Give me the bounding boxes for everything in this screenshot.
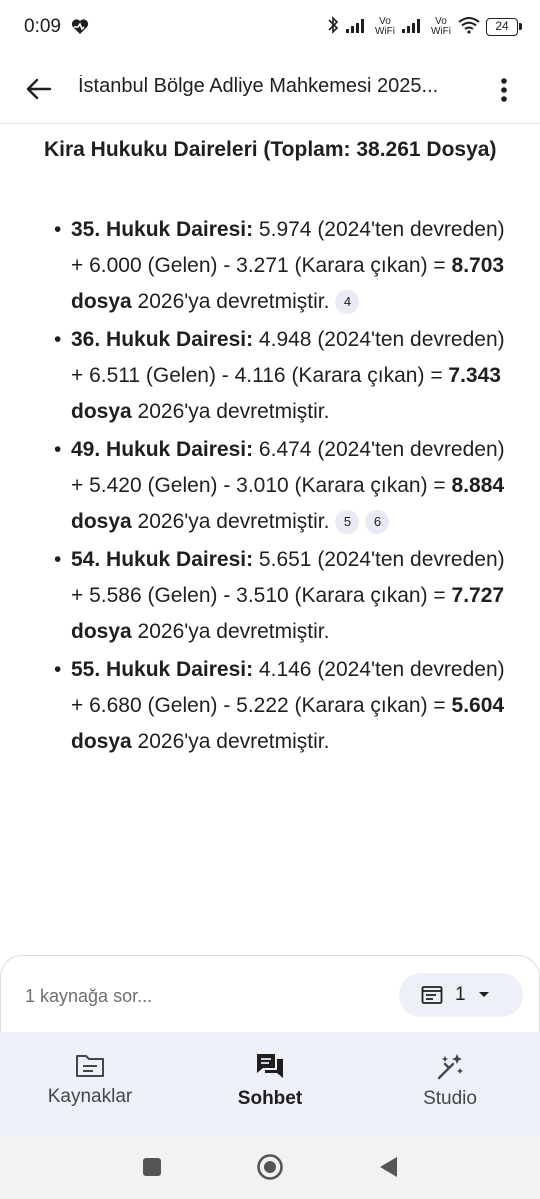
bullet-icon: • (54, 658, 62, 681)
recents-button[interactable] (138, 1153, 166, 1181)
chat-icon (257, 1054, 283, 1078)
back-nav-button[interactable] (374, 1153, 402, 1181)
signal-icon (402, 17, 424, 38)
list-item: • 49. Hukuk Dairesi: 6.474 (2024'ten devr… (44, 432, 514, 540)
more-vert-icon (501, 78, 507, 102)
header-divider (0, 123, 540, 124)
bullet-icon: • (54, 548, 62, 571)
sources-icon (76, 1055, 104, 1077)
list-item: • 54. Hukuk Dairesi: 5.651 (2024'ten devr… (44, 542, 514, 650)
list-item: • 36. Hukuk Dairesi: 4.948 (2024'ten devr… (44, 322, 514, 430)
department-name: 36. Hukuk Dairesi: (71, 328, 254, 351)
section-title: Kira Hukuku Daireleri (Toplam: 38.261 Do… (44, 138, 497, 161)
chevron-down-icon (478, 992, 489, 997)
carry-over-text: 2026'ya devretmiştir. (131, 620, 330, 643)
citation-chip[interactable]: 6 (365, 510, 390, 535)
arrow-back-icon (26, 78, 52, 100)
nav-label-studio: Studio (423, 1088, 477, 1109)
chat-input[interactable]: 1 kaynağa sor... (25, 986, 152, 1007)
department-name: 55. Hukuk Dairesi: (71, 658, 254, 681)
source-selector-chip[interactable]: 1 (399, 973, 523, 1017)
status-icons: Vo WiFi Vo WiFi 24 (326, 14, 522, 40)
carry-over-text: 2026'ya devretmiştir. (131, 510, 330, 533)
nav-item-studio[interactable]: Studio (360, 1032, 540, 1135)
heart-rate-icon (70, 17, 90, 37)
system-navigation-bar (0, 1135, 540, 1199)
home-button[interactable] (256, 1153, 284, 1181)
battery-icon: 24 (486, 18, 522, 36)
bullet-icon: • (54, 328, 62, 351)
list-item: • 55. Hukuk Dairesi: 4.146 (2024'ten devr… (44, 652, 514, 760)
source-count: 1 (455, 984, 466, 1005)
page-title: İstanbul Bölge Adliye Mahkemesi 2025... (78, 75, 439, 97)
department-name: 49. Hukuk Dairesi: (71, 438, 254, 461)
carry-over-text: 2026'ya devretmiştir. (131, 290, 330, 313)
department-name: 54. Hukuk Dairesi: (71, 548, 254, 571)
bottom-navigation: Kaynaklar Sohbet Studio (0, 1032, 540, 1135)
nav-label-chat: Sohbet (237, 1088, 303, 1109)
more-options-button[interactable] (484, 70, 524, 110)
triangle-back-icon (380, 1157, 397, 1177)
chat-content: Kira Hukuku Daireleri (Toplam: 38.261 Do… (0, 128, 540, 948)
document-icon (421, 986, 443, 1004)
home-circle-icon (257, 1154, 283, 1180)
vowifi-label: Vo WiFi (375, 16, 395, 37)
carry-over-text: 2026'ya devretmiştir. (131, 730, 330, 753)
wifi-icon (458, 16, 480, 39)
citation-chip[interactable]: 5 (335, 510, 360, 535)
department-name: 35. Hukuk Dairesi: (71, 218, 254, 241)
list-item: • 35. Hukuk Dairesi: 5.974 (2024'ten devr… (44, 212, 514, 320)
square-icon (143, 1158, 161, 1176)
citation-chip[interactable]: 4 (335, 290, 360, 315)
bullet-icon: • (54, 438, 62, 461)
department-list: • 35. Hukuk Dairesi: 5.974 (2024'ten devr… (44, 212, 514, 760)
nav-label-sources: Kaynaklar (47, 1086, 133, 1107)
app-bar: İstanbul Bölge Adliye Mahkemesi 2025... (0, 56, 540, 120)
bluetooth-icon (326, 15, 340, 40)
back-button[interactable] (18, 68, 60, 110)
status-bar: 0:09 Vo WiFi Vo WiFi 24 (0, 0, 540, 56)
vowifi-label: Vo WiFi (431, 16, 451, 37)
magic-wand-icon (437, 1054, 463, 1080)
nav-item-chat[interactable]: Sohbet (180, 1032, 360, 1135)
nav-item-sources[interactable]: Kaynaklar (0, 1032, 180, 1135)
status-time: 0:09 (24, 16, 61, 37)
carry-over-text: 2026'ya devretmiştir. (131, 400, 330, 423)
bullet-icon: • (54, 218, 62, 241)
signal-icon (346, 17, 368, 38)
